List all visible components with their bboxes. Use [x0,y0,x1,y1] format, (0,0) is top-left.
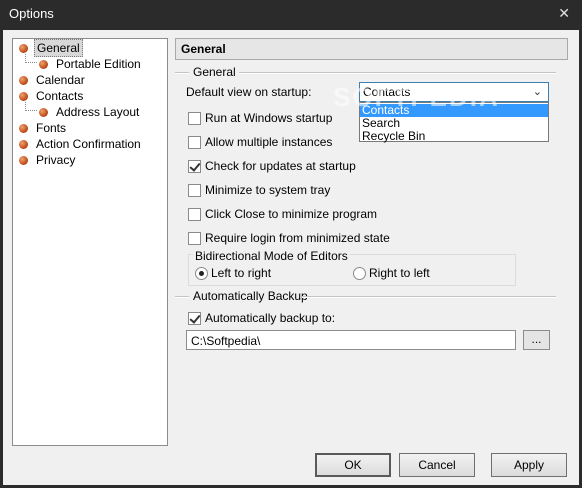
auto-backup-checkbox[interactable]: Automatically backup to: [188,310,335,326]
group-divider [239,72,556,74]
group-divider [175,296,189,298]
backup-path-value: C:\Softpedia\ [191,334,261,348]
tree-item-label: Contacts [36,89,84,103]
orange-bullet-icon [19,75,28,85]
tree-item-label: Action Confirmation [36,137,141,151]
orange-bullet-icon [19,155,28,165]
checkbox-label: Automatically backup to: [205,311,336,325]
title-bar: Options ✕ [0,0,582,30]
radio-label: Left to right [211,266,272,280]
bidi-rtl-radio[interactable]: Right to left [353,265,430,281]
tree-item-label: Address Layout [56,105,140,119]
cancel-button[interactable]: Cancel [399,453,475,477]
backup-path-input[interactable]: C:\Softpedia\ [186,330,516,350]
checkbox-label: Check for updates at startup [205,159,356,173]
checkbox-box[interactable] [188,183,201,197]
panel-title: General [181,42,226,56]
allow-multiple-instances-checkbox[interactable]: Allow multiple instances [188,134,332,150]
backup-group-title: Automatically Backup [193,289,308,303]
ok-button[interactable]: OK [315,453,391,477]
checkbox-box[interactable] [188,207,201,221]
orange-bullet-icon [19,139,28,149]
minimize-to-tray-checkbox[interactable]: Minimize to system tray [188,182,330,198]
orange-bullet-icon [39,59,48,69]
tree-item-calendar[interactable]: Calendar [19,72,87,88]
default-view-label: Default view on startup: [186,85,312,99]
checkbox-box[interactable] [188,135,201,149]
general-group-title: General [193,65,236,79]
tree-item-label: Fonts [36,121,67,135]
run-at-startup-checkbox[interactable]: Run at Windows startup [188,110,332,126]
radio-label: Right to left [369,266,430,280]
group-divider [175,72,189,74]
checkbox-box[interactable] [188,231,201,245]
checkbox-box[interactable] [188,111,201,125]
default-view-select[interactable]: Contacts ⌄ [359,82,549,102]
checkbox-label: Allow multiple instances [205,135,333,149]
checkbox-label: Minimize to system tray [205,183,331,197]
category-tree[interactable]: General Portable Edition Calendar Contac… [12,38,168,446]
orange-bullet-icon [19,43,28,53]
options-dialog: General Portable Edition Calendar Contac… [3,30,579,485]
dropdown-option-recycle-bin[interactable]: Recycle Bin [360,130,548,143]
checkbox-box[interactable] [188,311,201,325]
apply-button[interactable]: Apply [491,453,567,477]
close-icon[interactable]: ✕ [558,5,570,22]
bidi-group-title: Bidirectional Mode of Editors [193,249,350,263]
tree-item-general[interactable]: General [19,39,83,57]
click-close-minimize-checkbox[interactable]: Click Close to minimize program [188,206,377,222]
tree-item-label: Portable Edition [56,57,141,71]
tree-item-label: Calendar [36,73,85,87]
check-updates-checkbox[interactable]: Check for updates at startup [188,158,356,174]
checkbox-label: Click Close to minimize program [205,207,378,221]
tree-item-privacy[interactable]: Privacy [19,152,77,168]
group-divider [302,296,556,298]
radio-button[interactable] [195,266,208,280]
browse-button[interactable]: ... [523,330,550,350]
default-view-value: Contacts [363,85,411,99]
orange-bullet-icon [19,123,28,133]
radio-button[interactable] [353,266,366,280]
tree-item-label: General [34,39,83,57]
checkbox-box[interactable] [188,159,201,173]
require-login-checkbox[interactable]: Require login from minimized state [188,230,390,246]
tree-item-fonts[interactable]: Fonts [19,120,68,136]
window-title: Options [9,6,54,21]
tree-item-portable-edition[interactable]: Portable Edition [39,56,143,72]
default-view-dropdown: Contacts Search Recycle Bin [359,102,549,143]
bidi-ltr-radio[interactable]: Left to right [195,265,271,281]
panel-header: General [175,38,568,60]
tree-item-label: Privacy [36,153,76,167]
chevron-down-icon[interactable]: ⌄ [533,85,542,98]
tree-item-address-layout[interactable]: Address Layout [39,104,141,120]
checkbox-label: Run at Windows startup [205,111,333,125]
orange-bullet-icon [39,107,48,117]
checkbox-label: Require login from minimized state [205,231,390,245]
tree-item-contacts[interactable]: Contacts [19,88,85,104]
tree-item-action-confirmation[interactable]: Action Confirmation [19,136,143,152]
orange-bullet-icon [19,91,28,101]
